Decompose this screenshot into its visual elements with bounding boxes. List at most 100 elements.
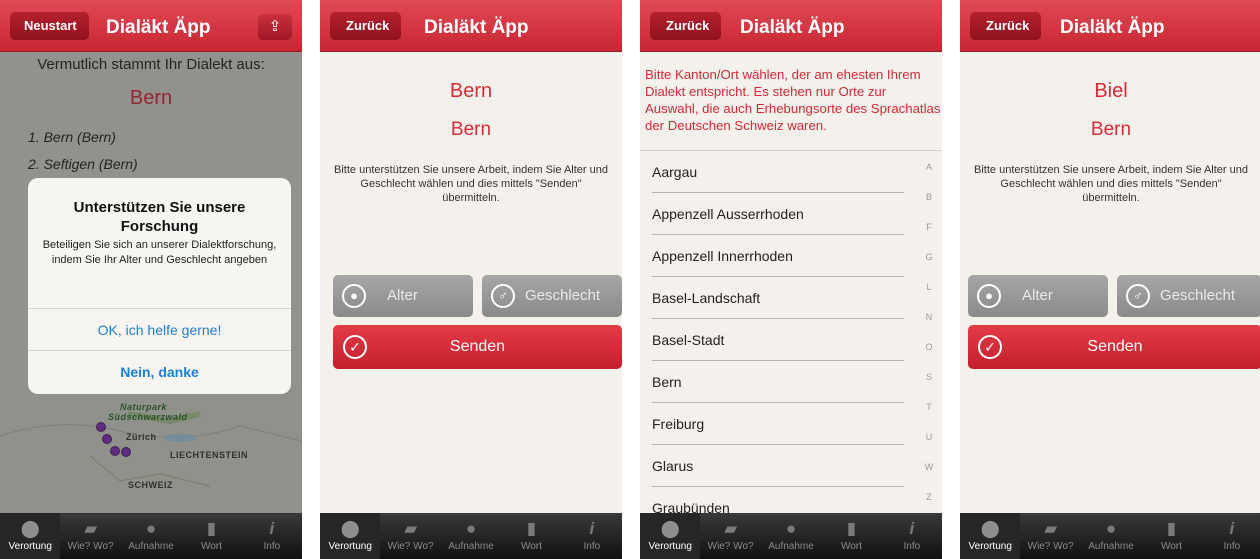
list-item[interactable]: Graubünden — [652, 487, 904, 513]
send-button[interactable]: ✓ Senden — [968, 325, 1260, 369]
list-item[interactable]: Basel-Landschaft — [652, 277, 904, 319]
gender-icon: ♂ — [1126, 284, 1150, 308]
info-icon: i — [589, 519, 595, 538]
switzerland-map-icon: ▰ — [84, 519, 98, 538]
age-button[interactable]: ● Alter — [333, 275, 473, 317]
index-letter[interactable]: U — [916, 432, 942, 442]
tab-aufnahme[interactable]: ● Aufnahme — [441, 513, 501, 559]
tab-aufnahme[interactable]: ● Aufnahme — [1081, 513, 1141, 559]
gender-button[interactable]: ♂ Geschlecht — [1117, 275, 1260, 317]
alert-ok-button[interactable]: OK, ich helfe gerne! — [28, 308, 291, 350]
tab-info[interactable]: i Info — [562, 513, 622, 559]
list-item[interactable]: Aargau — [652, 151, 904, 193]
index-letter[interactable]: G — [916, 252, 942, 262]
tab-label: Wie? Wo? — [387, 541, 434, 552]
share-button[interactable]: ⇪ — [258, 14, 292, 40]
tab-aufnahme[interactable]: ● Aufnahme — [761, 513, 821, 559]
list-item[interactable]: Bern — [652, 361, 904, 403]
tab-label: Info — [263, 541, 281, 552]
tab-bar: ⬤ Verortung ▰ Wie? Wo? ● Aufnahme ▮ Wort i In… — [0, 513, 302, 559]
back-button[interactable]: Zurück — [970, 12, 1042, 40]
tab-info[interactable]: i Info — [242, 513, 302, 559]
list-item[interactable]: Appenzell Ausserrhoden — [652, 193, 904, 235]
index-letter[interactable]: L — [916, 282, 942, 292]
tab-wie-wo[interactable]: ▰ Wie? Wo? — [380, 513, 440, 559]
switzerland-map-icon: ▰ — [1044, 519, 1058, 538]
index-letter[interactable]: A — [916, 162, 942, 172]
info-icon: i — [269, 519, 275, 538]
screen-support-bern: Zurück Dialäkt Äpp Bern Bern Bitte unter… — [320, 0, 622, 559]
list-item[interactable]: Freiburg — [652, 403, 904, 445]
switzerland-map-icon: ▰ — [404, 519, 418, 538]
book-icon: ▮ — [846, 519, 857, 538]
back-button[interactable]: Zurück — [330, 12, 402, 40]
back-button[interactable]: Zurück — [650, 12, 722, 40]
tab-verortung[interactable]: ⬤ Verortung — [960, 513, 1021, 559]
speech-bubble-icon: ● — [1105, 519, 1117, 538]
index-letter[interactable]: N — [916, 312, 942, 322]
location-canton: Bern — [1090, 119, 1132, 140]
navbar: Zurück Dialäkt Äpp — [640, 0, 942, 52]
tab-bar: ⬤ Verortung ▰ Wie? Wo? ● Aufnahme ▮ Wort i In… — [960, 513, 1260, 559]
location-pin-icon: ⬤ — [340, 519, 360, 538]
index-letter[interactable]: S — [916, 372, 942, 382]
index-letter[interactable]: T — [916, 402, 942, 412]
index-letter[interactable]: F — [916, 222, 942, 232]
tab-wort[interactable]: ▮ Wort — [501, 513, 561, 559]
send-button[interactable]: ✓ Senden — [333, 325, 622, 369]
index-letter[interactable]: W — [916, 462, 942, 472]
location-pin-icon: ⬤ — [980, 519, 1000, 538]
tab-label: Wie? Wo? — [1027, 541, 1074, 552]
list-item[interactable]: Basel-Stadt — [652, 319, 904, 361]
book-icon: ▮ — [1166, 519, 1177, 538]
list-item[interactable]: Glarus — [652, 445, 904, 487]
tab-label: Verortung — [968, 541, 1012, 552]
tab-bar: ⬤ Verortung ▰ Wie? Wo? ● Aufnahme ▮ Wort i In… — [320, 513, 622, 559]
support-text: Bitte unterstützen Sie unsere Arbeit, in… — [334, 164, 608, 204]
app-title: Dialäkt Äpp — [1060, 17, 1165, 38]
section-index[interactable]: A B F G L N O S T U W Z — [916, 150, 942, 513]
restart-button[interactable]: Neustart — [10, 12, 89, 40]
tab-info[interactable]: i Info — [882, 513, 942, 559]
tab-wort[interactable]: ▮ Wort — [181, 513, 241, 559]
info-icon: i — [1229, 519, 1235, 538]
tab-label: Aufnahme — [768, 541, 814, 552]
tab-wort[interactable]: ▮ Wort — [1141, 513, 1201, 559]
screen-support-biel: Zurück Dialäkt Äpp Biel Bern Bitte unter… — [960, 0, 1260, 559]
gender-button[interactable]: ♂ Geschlecht — [482, 275, 622, 317]
index-letter[interactable]: O — [916, 342, 942, 352]
screen-canton-select: Zurück Dialäkt Äpp Bitte Kanton/Ort wähl… — [640, 0, 942, 559]
support-alert: Unterstützen Sie unsere Forschung Beteil… — [28, 178, 291, 394]
location-title: Bern — [449, 80, 493, 102]
gender-label: Geschlecht — [1160, 287, 1236, 304]
tab-label: Aufnahme — [128, 541, 174, 552]
age-button[interactable]: ● Alter — [968, 275, 1108, 317]
canton-list[interactable]: Aargau Appenzell Ausserrhoden Appenzell … — [640, 150, 942, 513]
tab-wie-wo[interactable]: ▰ Wie? Wo? — [60, 513, 120, 559]
age-label: Alter — [387, 287, 418, 304]
tab-label: Info — [903, 541, 921, 552]
tab-wort[interactable]: ▮ Wort — [821, 513, 881, 559]
tab-label: Wort — [840, 541, 862, 552]
app-title: Dialäkt Äpp — [424, 17, 529, 38]
list-item[interactable]: Appenzell Innerrhoden — [652, 235, 904, 277]
share-icon: ⇪ — [268, 18, 282, 35]
tab-label: Info — [1223, 541, 1241, 552]
index-letter[interactable]: B — [916, 192, 942, 202]
navbar: Zurück Dialäkt Äpp — [320, 0, 622, 52]
tab-bar: ⬤ Verortung ▰ Wie? Wo? ● Aufnahme ▮ Wort i In… — [640, 513, 942, 559]
tab-wie-wo[interactable]: ▰ Wie? Wo? — [1020, 513, 1080, 559]
alert-title: Unterstützen Sie unsere Forschung — [73, 199, 246, 235]
tab-wie-wo[interactable]: ▰ Wie? Wo? — [700, 513, 760, 559]
tab-info[interactable]: i Info — [1202, 513, 1260, 559]
location-canton: Bern — [450, 119, 492, 140]
alert-cancel-button[interactable]: Nein, danke — [28, 350, 291, 392]
index-letter[interactable]: Z — [916, 492, 942, 502]
speech-bubble-icon: ● — [145, 519, 157, 538]
send-label: Senden — [1087, 338, 1143, 355]
tab-aufnahme[interactable]: ● Aufnahme — [121, 513, 181, 559]
tab-verortung[interactable]: ⬤ Verortung — [0, 513, 61, 559]
tab-verortung[interactable]: ⬤ Verortung — [320, 513, 381, 559]
tab-label: Wie? Wo? — [707, 541, 754, 552]
tab-verortung[interactable]: ⬤ Verortung — [640, 513, 701, 559]
